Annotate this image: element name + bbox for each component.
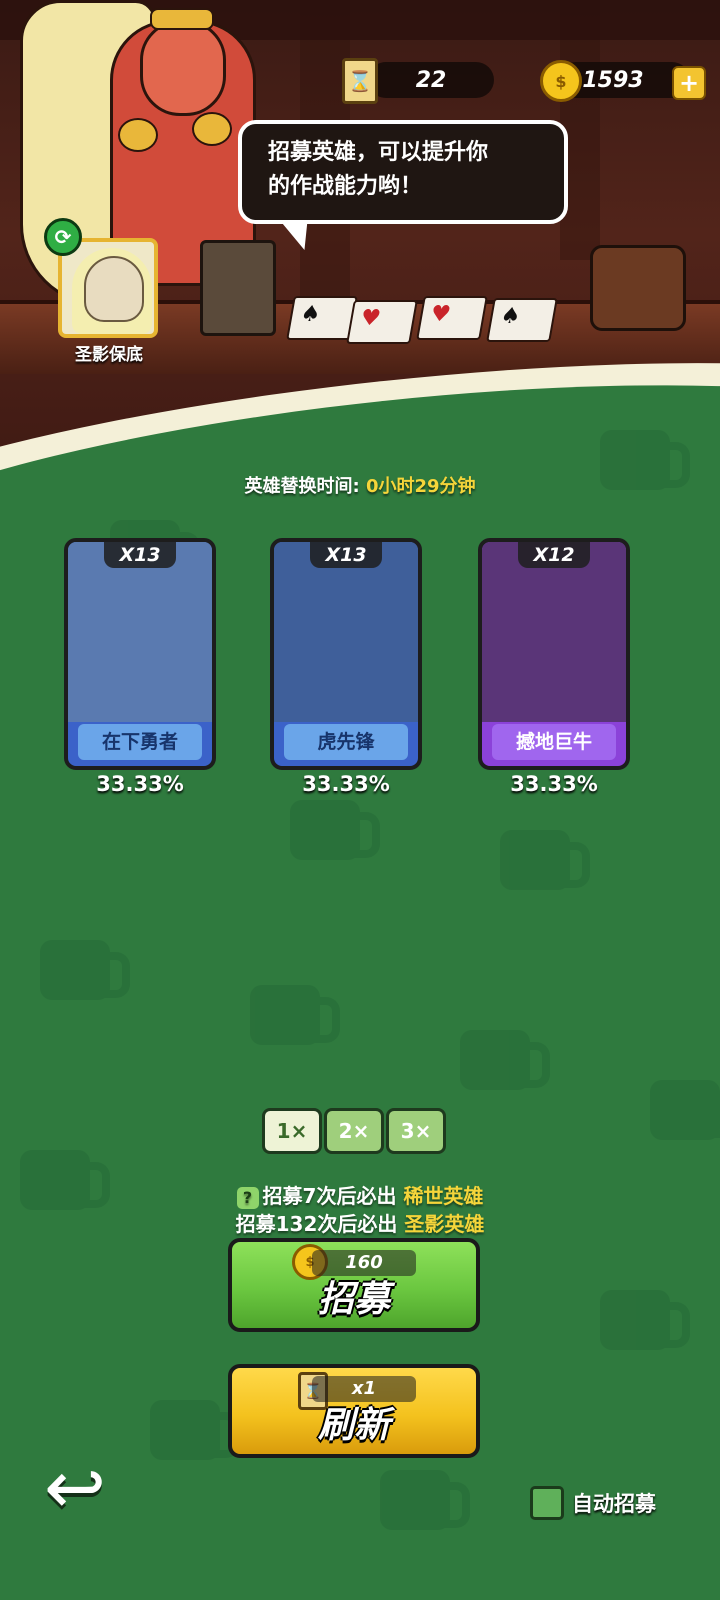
legend-pity-text: 招募132次后必出 xyxy=(235,1212,398,1236)
multiplier-1x-button[interactable]: 1× xyxy=(262,1108,322,1154)
back-arrow-icon[interactable]: ↩ xyxy=(44,1451,128,1525)
hero-portrait xyxy=(274,542,418,722)
hero-card[interactable]: X13 在下勇者 xyxy=(64,538,216,770)
hero-chance: 33.33% xyxy=(510,772,598,796)
hero-name: 虎先锋 xyxy=(284,724,408,760)
add-coins-button[interactable]: + xyxy=(672,66,706,100)
multiplier-3x-button[interactable]: 3× xyxy=(386,1108,446,1154)
recruit-button[interactable]: $ 160 招募 xyxy=(228,1238,480,1332)
speech-line-2: 的作战能力哟！ xyxy=(268,174,423,199)
hero-count: X12 xyxy=(518,542,590,568)
dealer-face xyxy=(140,20,226,116)
coin-icon: $ xyxy=(540,60,582,102)
speech-line-1: 招募英雄，可以提升你 xyxy=(268,140,489,165)
hero-name: 撼地巨牛 xyxy=(492,724,616,760)
stamp-decoration xyxy=(200,240,276,336)
rare-pity-text: 招募7次后必出 xyxy=(262,1184,397,1208)
hero-rotation-timer: 英雄替换时间: 0小时29分钟 xyxy=(0,472,720,498)
hero-portrait xyxy=(482,542,626,722)
speech-bubble: 招募英雄，可以提升你 的作战能力哟！ xyxy=(238,120,568,224)
help-icon[interactable]: ? xyxy=(236,1187,259,1209)
hero-chance: 33.33% xyxy=(96,772,184,796)
hero-name: 在下勇者 xyxy=(78,724,202,760)
rare-pity-info: ? 招募7次后必出 稀世英雄 xyxy=(0,1180,720,1209)
hero-card[interactable]: X13 虎先锋 xyxy=(270,538,422,770)
refresh-button[interactable]: ⌛ x1 刷新 xyxy=(228,1364,480,1458)
hourglass-icon: ⌛ xyxy=(342,58,378,104)
timer-value: 0小时29分钟 xyxy=(365,476,476,497)
scroll-counter: 22 xyxy=(368,62,494,98)
hero-card[interactable]: X12 撼地巨牛 xyxy=(478,538,630,770)
hero-count: X13 xyxy=(104,542,176,568)
coin-count: 1593 xyxy=(582,67,644,93)
rare-hero-tag: 稀世英雄 xyxy=(403,1184,484,1208)
multiplier-2x-button[interactable]: 2× xyxy=(324,1108,384,1154)
auto-recruit-toggle[interactable]: 自动招募 xyxy=(530,1486,656,1520)
auto-recruit-checkbox[interactable] xyxy=(530,1486,564,1520)
auto-recruit-label: 自动招募 xyxy=(572,1492,656,1516)
timer-label: 英雄替换时间: xyxy=(244,476,360,497)
swap-icon[interactable]: ⟳ xyxy=(44,218,82,256)
pity-hero-label: 圣影保底 xyxy=(75,345,143,365)
legend-hero-tag: 圣影英雄 xyxy=(404,1212,485,1236)
barrel-decoration xyxy=(590,245,686,331)
hero-chance: 33.33% xyxy=(302,772,390,796)
recruit-label: 招募 xyxy=(317,1279,390,1320)
hero-portrait xyxy=(68,542,212,722)
refresh-label: 刷新 xyxy=(317,1405,390,1446)
hero-count: X13 xyxy=(310,542,382,568)
legend-pity-info: 招募132次后必出 圣影英雄 xyxy=(0,1208,720,1237)
scroll-count: 22 xyxy=(415,67,447,93)
